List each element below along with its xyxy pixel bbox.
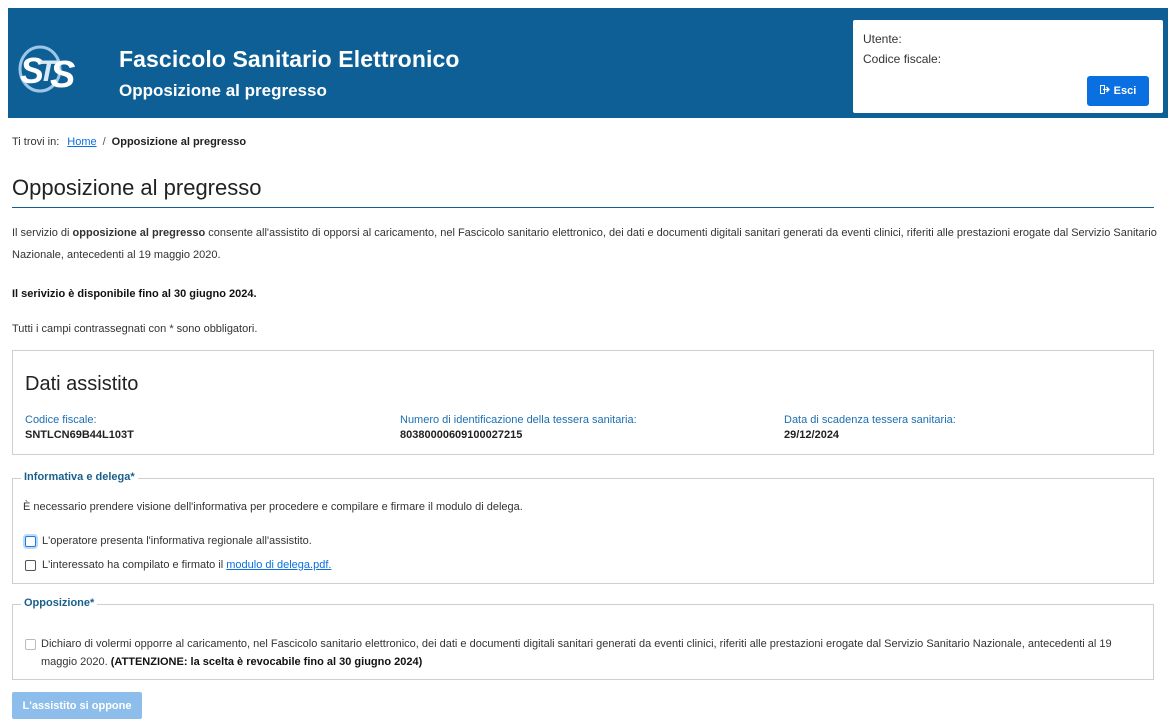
dati-assistito-title: Dati assistito	[25, 373, 139, 395]
field-value: SNTLCN69B44L103T	[25, 429, 134, 441]
required-note: Tutti i campi contrassegnati con * sono …	[12, 323, 258, 335]
tessera-number-field: Numero di identificazione della tessera …	[400, 414, 637, 441]
breadcrumb-current: Opposizione al pregresso	[111, 136, 247, 148]
sts-logo-icon: S T S	[16, 41, 80, 97]
opposizione-fieldset: Opposizione* Dichiaro di volermi opporre…	[12, 597, 1154, 680]
delega-checkbox-row[interactable]: L'interessato ha compilato e firmato il …	[25, 559, 331, 571]
codice-fiscale-label: Codice fiscale:	[863, 52, 942, 66]
field-value: 29/12/2024	[784, 429, 840, 441]
logout-label: Esci	[1113, 85, 1137, 97]
breadcrumb-home-link[interactable]: Home	[67, 136, 96, 148]
field-label: Codice fiscale:	[25, 414, 97, 426]
informativa-checkbox-row[interactable]: L'operatore presenta l'informativa regio…	[25, 535, 312, 547]
tessera-expiry-field: Data di scadenza tessera sanitaria: 29/1…	[784, 414, 956, 441]
user-label: Utente:	[863, 32, 902, 46]
intro-text-bold: opposizione al pregresso	[72, 227, 206, 239]
informativa-fieldset: Informativa e delega* È necessario prend…	[12, 471, 1154, 584]
breadcrumb-separator: /	[102, 136, 106, 148]
opposizione-legend: Opposizione*	[21, 597, 98, 609]
delega-checkbox[interactable]	[25, 559, 36, 571]
app-subtitle: Opposizione al pregresso	[119, 81, 327, 100]
svg-text:S: S	[50, 54, 75, 96]
app-title: Fascicolo Sanitario Elettronico	[119, 46, 460, 72]
field-label: Data di scadenza tessera sanitaria:	[784, 414, 956, 426]
breadcrumb: Ti trovi in: Home / Opposizione al pregress…	[12, 136, 246, 148]
availability-text: Il serivizio è disponibile fino al 30 gi…	[12, 288, 257, 300]
intro-text: Il servizio di opposizione al pregresso …	[12, 222, 1162, 266]
delega-checkbox-label: L'interessato ha compilato e firmato il	[42, 559, 224, 571]
field-value: 80380000609100027215	[400, 429, 523, 441]
sign-out-icon	[1099, 85, 1110, 97]
logout-button[interactable]: Esci	[1087, 76, 1149, 106]
informativa-checkbox[interactable]	[25, 535, 36, 547]
informativa-text: È necessario prendere visione dell'infor…	[23, 501, 523, 513]
submit-opposition-button[interactable]: L'assistito si oppone	[12, 692, 142, 719]
informativa-checkbox-label: L'operatore presenta l'informativa regio…	[42, 535, 312, 547]
opposizione-checkbox[interactable]	[25, 639, 36, 650]
app-header: S T S Fascicolo Sanitario Elettronico Op…	[8, 8, 1168, 118]
breadcrumb-prefix: Ti trovi in:	[12, 136, 60, 148]
intro-text-start: Il servizio di	[12, 227, 73, 239]
codice-fiscale-field: Codice fiscale: SNTLCN69B44L103T	[25, 414, 134, 441]
field-label: Numero di identificazione della tessera …	[400, 414, 637, 426]
user-info-panel: Utente: Codice fiscale: Esci	[853, 20, 1163, 113]
opposizione-warning: (ATTENZIONE: la scelta è revocabile fino…	[110, 656, 423, 668]
dati-assistito-card: Dati assistito Codice fiscale: SNTLCN69B…	[12, 350, 1154, 455]
modulo-delega-link[interactable]: modulo di delega.pdf.	[226, 559, 331, 571]
title-divider	[12, 207, 1154, 208]
page-title: Opposizione al pregresso	[12, 175, 262, 200]
opposizione-checkbox-row[interactable]: Dichiaro di volermi opporre al caricamen…	[25, 635, 1135, 671]
informativa-legend: Informativa e delega*	[21, 471, 138, 483]
